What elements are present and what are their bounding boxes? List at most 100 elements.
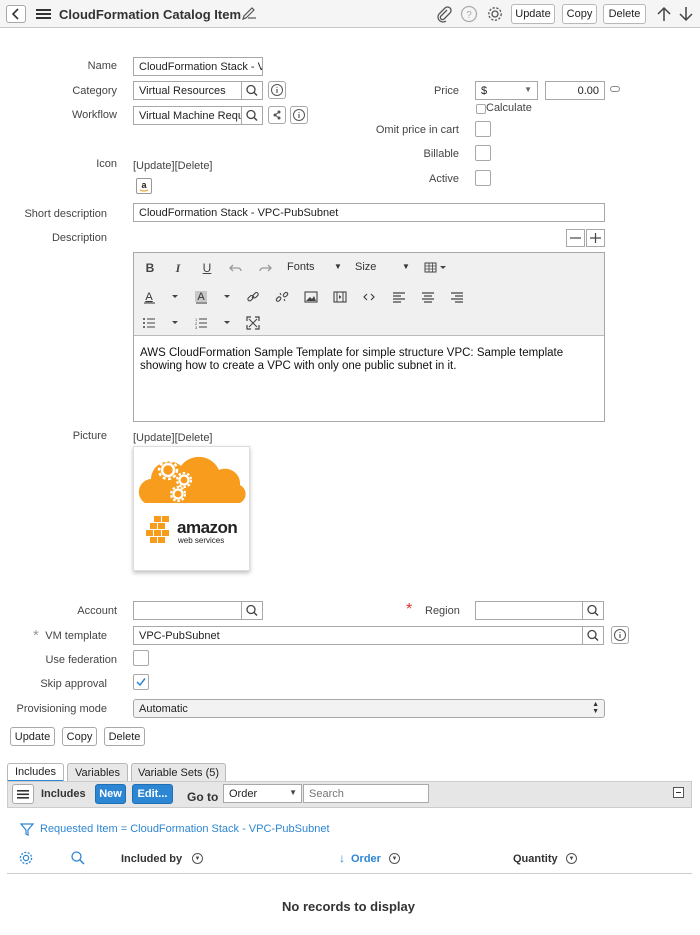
category-info-button[interactable] [268, 81, 286, 99]
tab-includes[interactable]: Includes [7, 763, 64, 782]
copy-button[interactable]: Copy [562, 4, 597, 24]
bottom-update-button[interactable]: Update [10, 727, 55, 746]
skip-approval-checkbox[interactable] [133, 674, 149, 690]
picture-update-delete-links[interactable]: [Update][Delete] [133, 432, 213, 444]
page-title: CloudFormation Catalog Item [59, 7, 241, 22]
list-search-input[interactable] [303, 784, 429, 803]
fullscreen-icon[interactable] [245, 314, 261, 332]
arrow-down-icon[interactable] [677, 5, 695, 23]
edit-icon[interactable] [239, 5, 259, 23]
delete-button[interactable]: Delete [603, 4, 646, 24]
column-menu-icon[interactable]: ▼ [566, 853, 577, 864]
link-icon[interactable] [245, 288, 261, 306]
omit-price-label: Omit price in cart [375, 124, 459, 136]
workflow-field[interactable]: Virtual Machine Requ [133, 106, 242, 125]
fonts-dropdown[interactable]: Fonts ▼ [287, 261, 345, 275]
attachment-icon[interactable] [435, 5, 453, 23]
column-menu-icon[interactable]: ▼ [389, 853, 400, 864]
update-button[interactable]: Update [511, 4, 555, 24]
gear-icon[interactable] [486, 5, 504, 23]
undo-icon[interactable] [228, 259, 244, 277]
collapse-list-button[interactable] [673, 787, 684, 798]
tab-variable-sets[interactable]: Variable Sets (5) [131, 763, 226, 782]
align-center-icon[interactable] [420, 288, 436, 306]
vm-template-info-button[interactable] [611, 626, 629, 644]
icon-update-delete-links[interactable]: [Update][Delete] [133, 160, 213, 172]
name-field[interactable]: CloudFormation Stack - V [133, 57, 263, 76]
tab-variables[interactable]: Variables [67, 763, 128, 782]
currency-select[interactable]: $ ▼ [475, 81, 538, 100]
goto-field-select[interactable]: Order ▼ [223, 784, 302, 803]
account-label: Account [77, 605, 117, 617]
code-icon[interactable] [361, 288, 377, 306]
back-button[interactable] [6, 5, 26, 23]
aws-logo-subtext: web services [178, 536, 225, 545]
workflow-lookup-button[interactable] [242, 106, 263, 125]
column-menu-icon[interactable]: ▼ [192, 853, 203, 864]
search-icon [246, 604, 258, 617]
region-field[interactable] [475, 601, 583, 620]
column-quantity[interactable]: Quantity [513, 853, 558, 865]
filter-breadcrumb[interactable]: Requested Item = CloudFormation Stack - … [40, 823, 330, 835]
size-dropdown[interactable]: Size ▼ [355, 261, 413, 275]
goto-label: Go to [187, 790, 219, 804]
align-right-icon[interactable] [449, 288, 465, 306]
text-color-icon[interactable]: A [142, 288, 182, 306]
collapse-editor-button[interactable] [566, 229, 585, 247]
category-lookup-button[interactable] [242, 81, 263, 100]
svg-text:a: a [141, 180, 147, 190]
amazon-icon-thumbnail[interactable]: a [136, 178, 152, 194]
provisioning-mode-value: Automatic [139, 703, 188, 715]
expand-editor-button[interactable] [586, 229, 605, 247]
name-label: Name [87, 60, 117, 72]
related-list-title: Includes [41, 788, 86, 800]
bottom-delete-button[interactable]: Delete [104, 727, 145, 746]
aws-logo-image[interactable]: amazon web services [133, 446, 250, 571]
calculate-checkbox[interactable] [476, 104, 486, 114]
vm-template-field[interactable]: VPC-PubSubnet [133, 626, 583, 645]
filter-icon[interactable] [20, 822, 34, 836]
short-description-label: Short description [24, 208, 107, 220]
edit-button[interactable]: Edit... [132, 784, 173, 804]
active-checkbox[interactable] [475, 170, 491, 186]
bullet-list-icon[interactable] [142, 314, 182, 332]
search-icon [246, 109, 258, 122]
numbered-list-icon[interactable]: 123 [194, 314, 234, 332]
arrow-up-icon[interactable] [655, 5, 673, 23]
align-left-icon[interactable] [391, 288, 407, 306]
redo-icon[interactable] [257, 259, 273, 277]
bold-icon[interactable]: B [142, 259, 158, 277]
account-lookup-button[interactable] [242, 601, 263, 620]
billable-checkbox[interactable] [475, 145, 491, 161]
region-lookup-button[interactable] [583, 601, 604, 620]
unlink-icon[interactable] [274, 288, 290, 306]
table-icon[interactable] [423, 259, 449, 277]
price-toggle-icon[interactable] [610, 86, 620, 92]
omit-price-checkbox[interactable] [475, 121, 491, 137]
background-color-icon[interactable]: A [194, 288, 234, 306]
category-field[interactable]: Virtual Resources [133, 81, 242, 100]
hamburger-menu-button[interactable] [35, 6, 53, 22]
underline-icon[interactable]: U [199, 259, 215, 277]
list-search-icon[interactable] [70, 850, 86, 866]
italic-icon[interactable]: I [170, 259, 186, 277]
column-order[interactable]: Order [351, 853, 381, 865]
workflow-info-button[interactable] [290, 106, 308, 124]
use-federation-checkbox[interactable] [133, 650, 149, 666]
help-icon[interactable]: ? [460, 5, 478, 23]
list-settings-icon[interactable] [18, 850, 34, 866]
column-included-by[interactable]: Included by [121, 853, 182, 865]
vm-template-lookup-button[interactable] [583, 626, 604, 645]
short-description-field[interactable]: CloudFormation Stack - VPC-PubSubnet [133, 203, 605, 222]
picture-label: Picture [72, 430, 107, 442]
description-text[interactable]: AWS CloudFormation Sample Template for s… [140, 347, 598, 373]
workflow-open-button[interactable] [268, 106, 286, 124]
new-button[interactable]: New [95, 784, 126, 804]
price-amount-field[interactable]: 0.00 [545, 81, 605, 100]
bottom-copy-button[interactable]: Copy [62, 727, 97, 746]
list-menu-button[interactable] [12, 784, 34, 804]
provisioning-mode-select[interactable]: Automatic ▲ ▼ [133, 699, 605, 718]
account-field[interactable] [133, 601, 242, 620]
image-icon[interactable] [303, 288, 319, 306]
media-icon[interactable] [332, 288, 348, 306]
